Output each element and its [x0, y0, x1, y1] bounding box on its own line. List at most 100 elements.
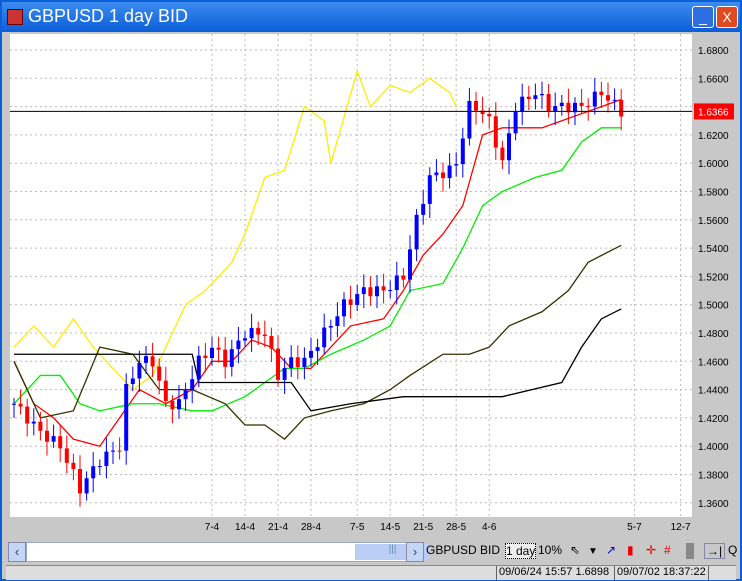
candle-body	[31, 421, 36, 424]
clock: 09/07/02 18:37:22	[614, 566, 708, 580]
candle-body	[619, 99, 624, 117]
candle-body	[309, 350, 313, 358]
y-tick-label: 1.5200	[698, 272, 729, 283]
y-tick-label: 1.5400	[698, 244, 729, 255]
candle-body	[368, 287, 373, 297]
candle-icon[interactable]: ▮	[627, 543, 634, 557]
candle-body	[592, 91, 597, 107]
candle-body	[361, 287, 366, 295]
candle-body	[256, 327, 261, 335]
candle-body	[295, 357, 300, 367]
candle-body	[553, 106, 558, 112]
x-tick-label: 5-7	[627, 522, 642, 533]
y-tick-label: 1.6200	[698, 131, 729, 142]
candle-body	[579, 102, 584, 106]
candle-body	[104, 451, 109, 467]
candle-body	[229, 349, 234, 367]
candle-body	[493, 116, 498, 148]
candle-body	[124, 384, 129, 451]
scroll-left-button[interactable]: ‹	[8, 542, 26, 562]
x-tick-label: 14-5	[380, 522, 400, 533]
candle-body	[526, 96, 531, 99]
status-empty-field	[708, 566, 737, 580]
candle-body	[467, 100, 472, 139]
candle-body	[586, 105, 591, 107]
candle-body	[150, 356, 155, 367]
candle-body	[163, 380, 168, 402]
candle-body	[12, 403, 16, 405]
y-tick-label: 1.6000	[698, 159, 729, 170]
candle-body	[342, 299, 346, 317]
candle-body	[117, 450, 122, 452]
scroll-right-button[interactable]: ›	[406, 542, 424, 562]
candle-body	[427, 175, 432, 204]
y-tick-label: 1.4400	[698, 386, 729, 397]
candle-body	[38, 421, 43, 431]
side-label: BID	[480, 543, 501, 557]
status-bar: 09/06/24 15:57 1.6898 09/07/02 18:37:22	[6, 565, 736, 580]
candle-body	[177, 399, 181, 410]
zoom-level[interactable]: 10%	[538, 543, 562, 557]
candle-body	[157, 366, 162, 381]
candle-body	[51, 436, 56, 442]
candle-body	[315, 347, 320, 351]
x-tick-label: 28-4	[301, 522, 321, 533]
panel-icon[interactable]	[686, 543, 694, 559]
candle-body	[381, 286, 386, 291]
x-tick-label: 21-5	[413, 522, 433, 533]
x-tick-label: 7-5	[350, 522, 365, 533]
crosshair-icon[interactable]: ✛	[646, 543, 656, 557]
candle-body	[210, 347, 214, 358]
candle-body	[144, 356, 148, 363]
horizontal-scrollbar[interactable]: |||	[26, 542, 430, 562]
q-button[interactable]: Q	[728, 543, 737, 557]
candle-body	[355, 294, 360, 305]
x-tick-label: 4-6	[482, 522, 497, 533]
title-bar[interactable]: GBPUSD 1 day BID _ X	[2, 2, 740, 32]
y-tick-label: 1.3800	[698, 471, 729, 482]
line-tool-icon[interactable]: ↗	[606, 543, 616, 557]
candle-body	[540, 93, 544, 96]
dropdown-icon[interactable]: ▼	[588, 546, 598, 557]
y-tick-label: 1.4000	[698, 442, 729, 453]
goto-end-icon[interactable]: →|	[704, 543, 726, 559]
candle-body	[289, 357, 294, 369]
candle-body	[223, 349, 228, 367]
candle-body	[507, 133, 511, 161]
candle-body	[282, 368, 287, 380]
candle-body	[375, 286, 379, 297]
candle-body	[18, 403, 23, 407]
candle-body	[434, 172, 439, 176]
close-button[interactable]: X	[716, 6, 738, 28]
candle-body	[421, 203, 426, 215]
price-chart[interactable]: 1.68001.66001.64001.62001.60001.58001.56…	[10, 34, 736, 534]
candle-body	[249, 327, 254, 339]
candle-body	[78, 469, 82, 494]
grid-icon[interactable]: #	[664, 543, 671, 557]
candle-body	[573, 102, 577, 113]
candle-body	[262, 334, 267, 337]
candle-body	[559, 102, 564, 107]
x-tick-label: 7-4	[205, 522, 220, 533]
y-tick-label: 1.5600	[698, 216, 729, 227]
x-tick-label: 12-7	[671, 522, 691, 533]
symbol-label: GBPUSD	[426, 543, 477, 557]
x-tick-label: 28-5	[446, 522, 466, 533]
candle-body	[612, 99, 617, 101]
candle-body	[97, 466, 102, 468]
period-selector[interactable]: 1 day	[505, 543, 537, 559]
candle-body	[170, 401, 175, 410]
minimize-button[interactable]: _	[692, 6, 714, 28]
y-tick-label: 1.6800	[698, 46, 729, 57]
candle-body	[328, 325, 333, 328]
y-tick-label: 1.3600	[698, 499, 729, 510]
y-tick-label: 1.4800	[698, 329, 729, 340]
candle-body	[302, 357, 307, 367]
candle-body	[64, 448, 69, 463]
candle-body	[71, 462, 76, 470]
cursor-icon[interactable]: ⇖	[570, 543, 580, 557]
candle-body	[276, 348, 280, 380]
candle-body	[196, 355, 201, 380]
candle-body	[566, 102, 571, 113]
candle-body	[58, 436, 63, 449]
